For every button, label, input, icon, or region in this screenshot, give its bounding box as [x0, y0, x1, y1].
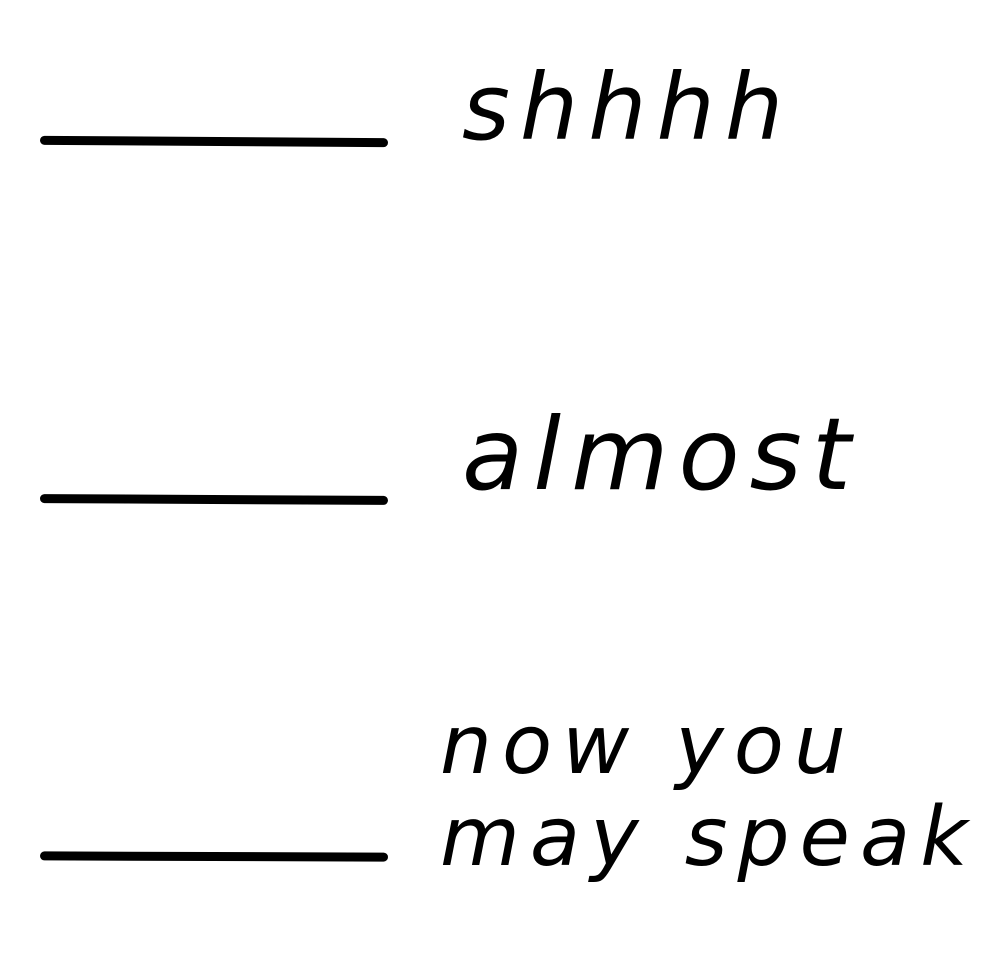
label-line-1: now you: [440, 698, 856, 793]
label-now-you-may-speak: now you may speak: [440, 700, 978, 884]
blank-line-3: [39, 851, 389, 862]
label-shhhh: shhhh: [462, 54, 794, 161]
label-almost: almost: [462, 396, 861, 513]
label-line-2: may speak: [440, 790, 978, 885]
blank-line-2: [39, 494, 389, 505]
blank-line-1: [39, 135, 389, 148]
